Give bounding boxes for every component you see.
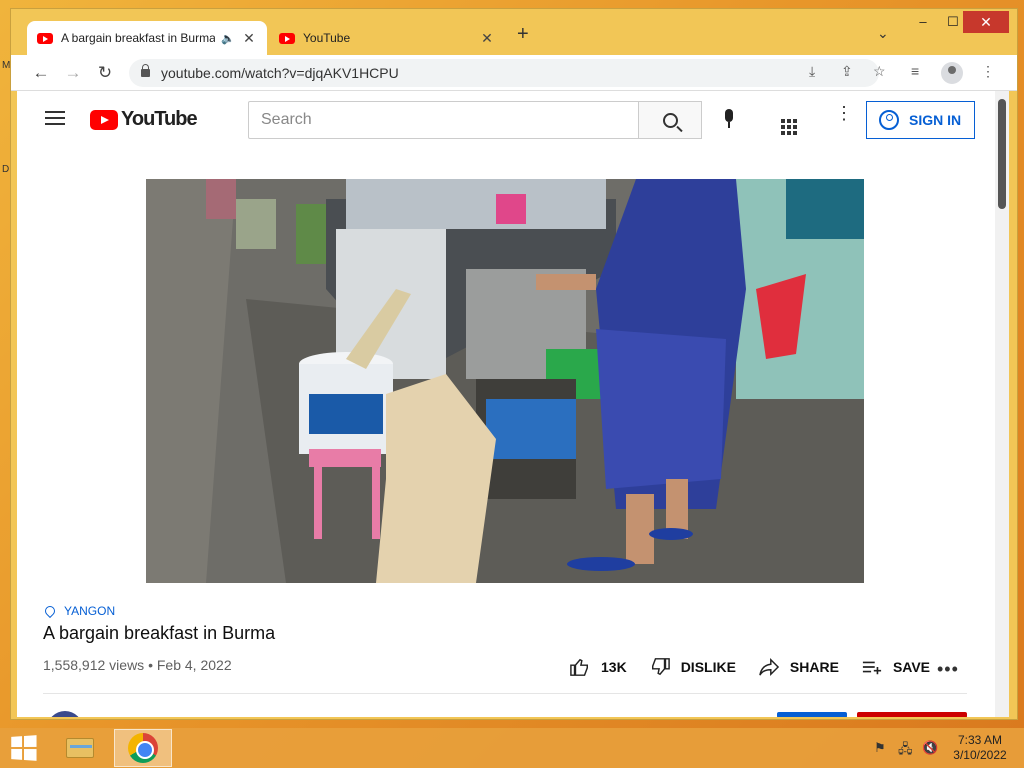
network-icon[interactable]: 🖧 <box>898 740 913 762</box>
microphone-icon[interactable] <box>723 109 735 131</box>
desktop-icon-label: D <box>2 164 10 175</box>
chrome-icon <box>128 733 158 763</box>
close-tab-icon[interactable]: ✕ <box>479 30 495 47</box>
search-icon <box>662 112 678 128</box>
dislike-button[interactable]: DISLIKE <box>649 657 736 677</box>
more-actions-icon[interactable]: ••• <box>937 659 959 680</box>
share-icon[interactable]: ⇪ <box>841 63 853 80</box>
video-frame <box>146 179 864 583</box>
tab-title: YouTube <box>303 31 351 45</box>
clock-time: 7:33 AM <box>957 733 1003 747</box>
thumbs-down-icon <box>651 658 670 676</box>
thumbs-up-icon <box>570 658 588 676</box>
back-arrow-icon[interactable]: ← <box>29 61 53 85</box>
save-label: SAVE <box>892 659 931 675</box>
search-input[interactable]: Search <box>248 101 640 139</box>
settings-kebab-icon[interactable]: ⋮ <box>835 104 853 122</box>
scrollbar-thumb[interactable] <box>998 99 1006 209</box>
share-button[interactable]: SHARE <box>758 657 839 677</box>
save-button[interactable]: SAVE <box>861 657 930 677</box>
channel-avatar[interactable] <box>47 711 83 717</box>
clock-date: 3/10/2022 <box>953 748 1007 762</box>
youtube-play-icon <box>90 109 118 130</box>
taskbar: ⚑ 🖧 🔇 7:33 AM 3/10/2022 <box>0 728 1024 768</box>
location-label: YANGON <box>64 604 116 618</box>
like-count: 13K <box>601 659 627 675</box>
minimize-button[interactable]: ‒ <box>907 11 939 33</box>
youtube-favicon-icon <box>279 32 295 44</box>
forward-arrow-icon[interactable]: → <box>61 61 85 85</box>
bookmark-star-icon[interactable]: ☆ <box>873 63 886 80</box>
divider <box>43 693 967 694</box>
system-clock[interactable]: 7:33 AM 3/10/2022 <box>944 733 1016 763</box>
like-button[interactable]: 13K <box>569 657 627 677</box>
youtube-wordmark: YouTube <box>121 108 198 130</box>
video-meta: 1,558,912 views • Feb 4, 2022 <box>43 657 232 673</box>
tab-inactive[interactable]: YouTube ✕ <box>269 21 505 55</box>
volume-muted-icon[interactable]: 🔇 <box>922 740 938 756</box>
new-tab-button[interactable]: + <box>517 23 529 46</box>
account-icon <box>879 110 899 130</box>
view-count: 1,558,912 views <box>43 657 145 673</box>
url-text: youtube.com/watch?v=djqAKV1HCPU <box>161 65 399 81</box>
browser-toolbar: ← → ↻ youtube.com/watch?v=djqAKV1HCPU ⤓ … <box>11 55 1017 91</box>
chrome-taskbar-button[interactable] <box>114 729 172 767</box>
page-scrollbar[interactable] <box>995 91 1009 717</box>
youtube-logo[interactable]: YouTube <box>90 108 198 131</box>
action-center-flag-icon[interactable]: ⚑ <box>874 740 886 756</box>
file-explorer-icon[interactable] <box>62 732 98 764</box>
location-link[interactable]: YANGON <box>42 603 116 619</box>
join-button[interactable] <box>777 712 847 717</box>
share-arrow-icon <box>759 657 780 677</box>
location-pin-icon <box>42 603 58 619</box>
sign-in-label: SIGN IN <box>909 112 962 128</box>
tab-title: A bargain breakfast in Burma <box>61 31 216 45</box>
youtube-favicon-icon <box>37 32 53 44</box>
speaker-icon[interactable]: 🔈 <box>221 32 235 45</box>
media-queue-icon[interactable]: ≡ <box>911 63 919 79</box>
video-actions: 13K DISLIKE SHARE SAVE <box>569 657 952 677</box>
youtube-page: YouTube Search ⋮ SIGN IN YANGON A bargai… <box>17 91 995 717</box>
video-player[interactable] <box>146 179 864 583</box>
reload-icon[interactable]: ↻ <box>93 61 117 85</box>
sign-in-button[interactable]: SIGN IN <box>866 101 975 139</box>
video-title: A bargain breakfast in Burma <box>43 623 276 643</box>
tab-active[interactable]: A bargain breakfast in Burma 🔈 ✕ <box>27 21 267 55</box>
close-window-button[interactable]: ✕ <box>963 11 1009 33</box>
tab-strip: A bargain breakfast in Burma 🔈 ✕ YouTube… <box>11 9 1017 55</box>
address-bar[interactable]: youtube.com/watch?v=djqAKV1HCPU <box>129 59 879 87</box>
apps-grid-icon[interactable] <box>781 119 797 135</box>
search-button[interactable] <box>638 101 702 139</box>
tab-search-chevron-icon[interactable]: ⌄ <box>877 25 889 42</box>
browser-window: A bargain breakfast in Burma 🔈 ✕ YouTube… <box>10 8 1018 720</box>
install-icon[interactable]: ⤓ <box>809 63 815 80</box>
profile-avatar-icon[interactable] <box>941 62 963 84</box>
subscribe-button[interactable] <box>857 712 967 717</box>
playlist-add-icon <box>862 661 882 675</box>
chrome-menu-icon[interactable]: ⋮ <box>981 63 995 80</box>
close-tab-icon[interactable]: ✕ <box>241 30 257 47</box>
share-label: SHARE <box>789 659 839 675</box>
windows-start-icon[interactable] <box>11 735 39 761</box>
lock-icon[interactable] <box>141 64 150 77</box>
meta-separator: • <box>148 657 153 673</box>
dislike-label: DISLIKE <box>680 659 736 675</box>
hamburger-menu-icon[interactable] <box>45 111 65 129</box>
publish-date: Feb 4, 2022 <box>156 657 232 673</box>
youtube-header: YouTube Search ⋮ SIGN IN <box>17 91 995 147</box>
